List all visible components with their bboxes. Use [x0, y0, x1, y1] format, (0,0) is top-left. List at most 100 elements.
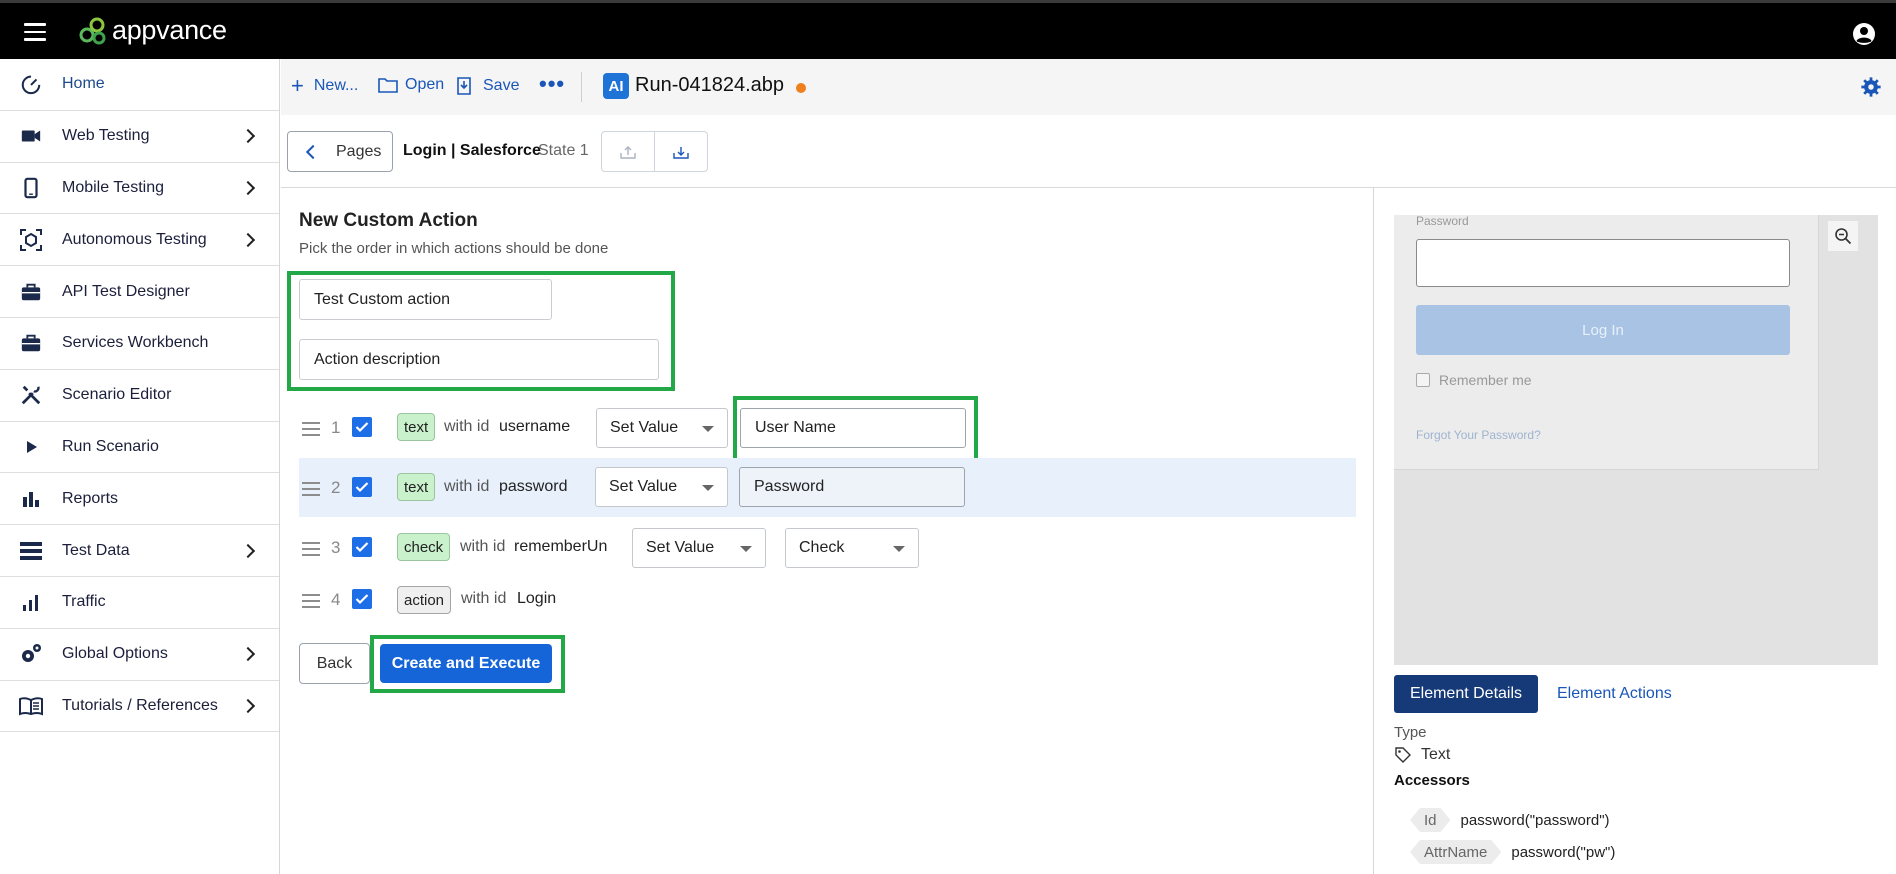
- save-button-label: Save: [483, 77, 520, 94]
- sidebar-item-label: Global Options: [62, 645, 168, 663]
- row-checkbox[interactable]: [352, 477, 372, 497]
- type-label: Type: [1394, 724, 1427, 741]
- briefcase-icon: [19, 280, 43, 304]
- chevron-left-icon: [305, 144, 321, 159]
- sidebar-item-label: Tutorials / References: [62, 696, 218, 714]
- row-checkbox[interactable]: [352, 417, 372, 437]
- sidebar-item-label: Reports: [62, 489, 119, 507]
- appvance-logo[interactable]: appvance: [78, 15, 227, 46]
- dropdown-arrow-icon: [740, 546, 752, 552]
- settings-gear-icon[interactable]: [1860, 76, 1882, 98]
- accessors-label: Accessors: [1394, 772, 1470, 789]
- preview-login-button[interactable]: Log In: [1416, 305, 1790, 355]
- sidebar-item-label: Autonomous Testing: [62, 230, 207, 248]
- sidebar-item-global-options[interactable]: Global Options: [0, 629, 279, 681]
- gears-icon: [19, 642, 43, 666]
- row-checkbox[interactable]: [352, 537, 372, 557]
- element-id: username: [499, 418, 571, 435]
- accessor-row[interactable]: Id password("password"): [1394, 808, 1610, 832]
- sidebar-item-services-workbench[interactable]: Services Workbench: [0, 318, 279, 370]
- value-input[interactable]: User Name: [740, 408, 966, 448]
- value-input[interactable]: Password: [739, 467, 965, 507]
- dropdown-arrow-icon: [702, 426, 714, 432]
- tab-element-actions[interactable]: Element Actions: [1557, 685, 1672, 703]
- chevron-right-icon: [240, 543, 256, 558]
- save-button[interactable]: Save: [454, 76, 519, 96]
- unsaved-indicator-dot: [796, 83, 806, 93]
- sidebar-item-reports[interactable]: Reports: [0, 473, 279, 526]
- sidebar-item-tutorials-references[interactable]: Tutorials / References: [0, 681, 279, 733]
- preview-forgot-password-link[interactable]: Forgot Your Password?: [1416, 428, 1541, 442]
- accessor-value: password("pw"): [1511, 843, 1616, 861]
- preview-remember-me[interactable]: Remember me: [1416, 372, 1532, 388]
- drag-handle-icon[interactable]: [302, 422, 320, 440]
- sidebar-item-label: Traffic: [62, 593, 106, 611]
- action-type-select[interactable]: Set Value: [595, 467, 728, 507]
- pages-button-label: Pages: [336, 142, 382, 160]
- with-id-label: with id: [461, 590, 507, 607]
- element-id: rememberUn: [514, 538, 608, 555]
- checkmark-icon: [355, 482, 369, 493]
- chevron-right-icon: [240, 698, 256, 714]
- briefcase-icon: [19, 331, 43, 355]
- action-row: 4 action with id Login: [299, 571, 1356, 631]
- row-checkbox[interactable]: [352, 589, 372, 609]
- accessor-value: password("password"): [1460, 811, 1610, 829]
- more-options-icon[interactable]: •••: [539, 73, 565, 95]
- chevron-right-icon: [240, 647, 256, 662]
- sidebar-item-run-scenario[interactable]: Run Scenario: [0, 422, 279, 474]
- sidebar-item-traffic[interactable]: Traffic: [0, 577, 279, 629]
- drag-handle-icon[interactable]: [302, 482, 320, 500]
- drag-handle-icon[interactable]: [302, 542, 320, 560]
- create-and-execute-button[interactable]: Create and Execute: [380, 644, 552, 683]
- sidebar-item-autonomous-testing[interactable]: Autonomous Testing: [0, 214, 279, 267]
- upload-state-button[interactable]: [602, 132, 655, 171]
- action-type-value: Set Value: [609, 478, 678, 495]
- action-name-input[interactable]: Test Custom action: [299, 279, 552, 320]
- user-account-icon[interactable]: [1852, 22, 1876, 46]
- tab-element-details[interactable]: Element Details: [1394, 675, 1538, 713]
- sidebar-item-api-test-designer[interactable]: API Test Designer: [0, 266, 279, 318]
- preview-password-field[interactable]: [1416, 239, 1790, 287]
- zoom-out-icon[interactable]: [1828, 221, 1858, 251]
- open-button[interactable]: Open: [378, 76, 444, 94]
- action-description-input[interactable]: Action description: [299, 339, 659, 380]
- action-row: 1 text with id username Set Value User N…: [299, 398, 1356, 457]
- dropdown-arrow-icon: [893, 546, 905, 552]
- appvance-logo-mark-icon: [79, 17, 106, 44]
- sidebar-item-scenario-editor[interactable]: Scenario Editor: [0, 370, 279, 422]
- mobile-phone-icon: [19, 176, 43, 200]
- dashboard-gauge-icon: [19, 72, 43, 96]
- sidebar-item-home[interactable]: Home: [0, 59, 279, 111]
- hamburger-menu-icon[interactable]: [24, 23, 46, 41]
- folder-icon: [378, 78, 398, 93]
- action-type-select[interactable]: Set Value: [632, 528, 766, 568]
- action-type-select[interactable]: Set Value: [596, 408, 728, 448]
- row-number: 1: [331, 418, 341, 437]
- check-value-select[interactable]: Check: [785, 528, 919, 568]
- sidebar-item-test-data[interactable]: Test Data: [0, 525, 279, 577]
- open-button-label: Open: [405, 76, 445, 93]
- dropdown-arrow-icon: [702, 485, 714, 491]
- sidebar-item-web-testing[interactable]: Web Testing: [0, 111, 279, 163]
- sidebar-item-label: Test Data: [62, 541, 130, 559]
- pages-back-button[interactable]: Pages: [287, 131, 393, 172]
- back-button[interactable]: Back: [299, 643, 370, 684]
- page-state: State 1: [538, 142, 589, 159]
- sidebar-item-mobile-testing[interactable]: Mobile Testing: [0, 163, 279, 215]
- checkmark-icon: [355, 594, 369, 605]
- checkmark-icon: [355, 422, 369, 433]
- element-inspector-panel: Password Log In Remember me Forgot Your …: [1373, 188, 1896, 874]
- with-id-label: with id: [460, 538, 506, 555]
- element-id: Login: [517, 590, 557, 607]
- drag-handle-icon[interactable]: [302, 594, 320, 612]
- download-state-button[interactable]: [655, 132, 708, 171]
- accessor-row[interactable]: AttrName password("pw"): [1394, 840, 1615, 864]
- form-subtitle: Pick the order in which actions should b…: [299, 240, 609, 257]
- new-button[interactable]: + New...: [291, 73, 358, 98]
- plus-icon: +: [291, 73, 304, 98]
- action-row: 3 check with id rememberUn Set Value Che…: [299, 518, 1356, 577]
- element-type-tag: text: [397, 413, 436, 441]
- bar-chart-small-icon: [19, 590, 43, 614]
- tag-icon: [1395, 747, 1411, 763]
